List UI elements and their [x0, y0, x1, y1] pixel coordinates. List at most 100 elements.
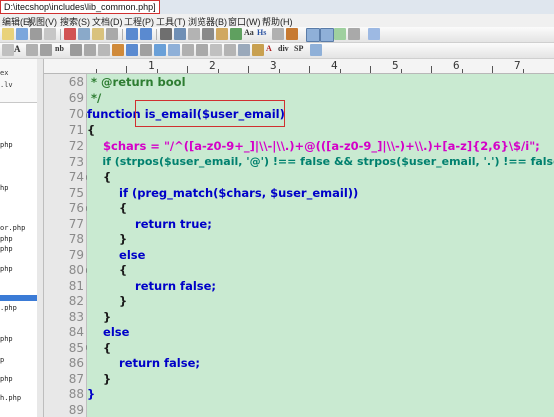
line-number: 73: [68, 155, 84, 169]
file-path-title: D:\itecshop\includes\lib_common.php]: [0, 0, 160, 14]
file-list-item[interactable]: php: [0, 235, 13, 243]
line-number-gutter: 68 69 70 71 72 73 74 75 76 77 78 79 80 8…: [44, 74, 87, 417]
ruler-label: 4: [331, 59, 338, 72]
checkbox-icon[interactable]: [210, 44, 222, 56]
code-line-80: {: [87, 263, 128, 277]
delete-icon[interactable]: [106, 28, 118, 40]
validate-icon[interactable]: [310, 44, 322, 56]
find-next-icon[interactable]: [188, 28, 200, 40]
bold-label[interactable]: A: [14, 44, 21, 54]
ruler-tick: [96, 69, 97, 73]
paragraph-icon[interactable]: [84, 44, 96, 56]
image-icon[interactable]: [98, 44, 110, 56]
table-icon[interactable]: [154, 44, 166, 56]
line-number: 72: [68, 139, 84, 153]
indent-icon[interactable]: [40, 44, 52, 56]
textarea-icon[interactable]: [182, 44, 194, 56]
layout-icon[interactable]: [306, 28, 320, 42]
replace-icon[interactable]: [174, 28, 186, 40]
align-icon[interactable]: [2, 44, 14, 56]
file-list-scrollbar[interactable]: [37, 102, 43, 417]
file-list-item[interactable]: or.php: [0, 224, 25, 232]
ruler-tick: [126, 66, 127, 73]
line-number: 81: [68, 279, 84, 293]
folder-tree[interactable]: ex .lv: [0, 59, 43, 103]
file-list-item[interactable]: php: [0, 245, 13, 253]
split-view-icon[interactable]: [320, 28, 334, 42]
open-folder-icon[interactable]: [2, 28, 14, 40]
menu-bar: 编辑(E) 视图(V) 搜索(S) 文档(D) 工程(P) 工具(T) 浏览器(…: [0, 14, 554, 27]
break-icon[interactable]: [70, 44, 82, 56]
line-number: 79: [68, 248, 84, 262]
list-icon[interactable]: [26, 44, 38, 56]
folder-tree-item[interactable]: ex: [0, 69, 8, 77]
hex-label[interactable]: Hs: [257, 28, 266, 37]
toggle-icon[interactable]: [230, 28, 242, 40]
file-list-item[interactable]: .php: [0, 304, 17, 312]
ruler-label: 5: [392, 59, 399, 72]
code-line-81: return false;: [87, 279, 217, 293]
span-label[interactable]: SP: [294, 44, 303, 53]
file-list-item[interactable]: php: [0, 141, 13, 149]
ruler-tick: [218, 69, 219, 73]
code-line-68: * @return bool: [87, 75, 186, 89]
undo-icon[interactable]: [126, 28, 138, 40]
line-number: 85: [68, 341, 84, 355]
print-preview-icon[interactable]: [44, 28, 56, 40]
cut-icon[interactable]: [64, 28, 76, 40]
code-line-69: */: [87, 91, 102, 105]
redo-icon[interactable]: [140, 28, 152, 40]
spellcheck-icon[interactable]: [286, 28, 298, 40]
line-number: 76: [68, 201, 84, 215]
toolbar-separator: [122, 29, 123, 40]
link-icon[interactable]: [126, 44, 138, 56]
nbsp-label[interactable]: nb: [55, 44, 64, 53]
div-label[interactable]: div: [278, 44, 289, 53]
line-number: 69: [68, 91, 84, 105]
font-color-label[interactable]: A: [266, 44, 272, 53]
print-icon[interactable]: [30, 28, 42, 40]
ruler-label: 6: [453, 59, 460, 72]
save-icon[interactable]: [16, 28, 28, 40]
html-toolbar: A nb A div SP: [0, 43, 554, 59]
goto-line-icon[interactable]: [202, 28, 214, 40]
line-number: 75: [68, 186, 84, 200]
browser-preview-icon[interactable]: [334, 28, 346, 40]
form-icon[interactable]: [168, 44, 180, 56]
title-bar: D:\itecshop\includes\lib_common.php]: [0, 0, 554, 14]
ruler-tick: [370, 66, 371, 73]
folder-tree-scrollbar[interactable]: [37, 59, 43, 102]
paste-icon[interactable]: [92, 28, 104, 40]
font-size-label[interactable]: Aa: [244, 28, 254, 37]
line-number: 71: [68, 123, 84, 137]
find-icon[interactable]: [160, 28, 172, 40]
view-mode-icon[interactable]: [272, 28, 284, 40]
script-icon[interactable]: [238, 44, 250, 56]
select-icon[interactable]: [196, 44, 208, 56]
line-number: 83: [68, 310, 84, 324]
main-toolbar: Aa Hs: [0, 27, 554, 43]
help-icon[interactable]: [368, 28, 380, 40]
code-line-76: {: [87, 201, 128, 215]
code-line-83: }: [87, 310, 112, 324]
ruler-tick: [431, 66, 432, 73]
file-list-item[interactable]: hp: [0, 184, 8, 192]
file-list-item[interactable]: php: [0, 375, 13, 383]
folder-tree-item[interactable]: .lv: [0, 81, 13, 89]
code-line-88: }: [87, 387, 96, 401]
file-list-item[interactable]: p: [0, 356, 4, 364]
copy-icon[interactable]: [78, 28, 90, 40]
bookmark-icon[interactable]: [216, 28, 228, 40]
file-list-item[interactable]: php: [0, 265, 13, 273]
ruler-label: 2: [209, 59, 216, 72]
anchor-icon[interactable]: [112, 44, 124, 56]
file-list-item[interactable]: php: [0, 335, 13, 343]
line-number: 77: [68, 217, 84, 231]
style-icon[interactable]: [252, 44, 264, 56]
radio-icon[interactable]: [224, 44, 236, 56]
full-screen-icon[interactable]: [348, 28, 360, 40]
comment-icon[interactable]: [140, 44, 152, 56]
line-number: 84: [68, 325, 84, 339]
file-list-item[interactable]: h.php: [0, 394, 21, 402]
code-line-79: else: [87, 248, 146, 262]
